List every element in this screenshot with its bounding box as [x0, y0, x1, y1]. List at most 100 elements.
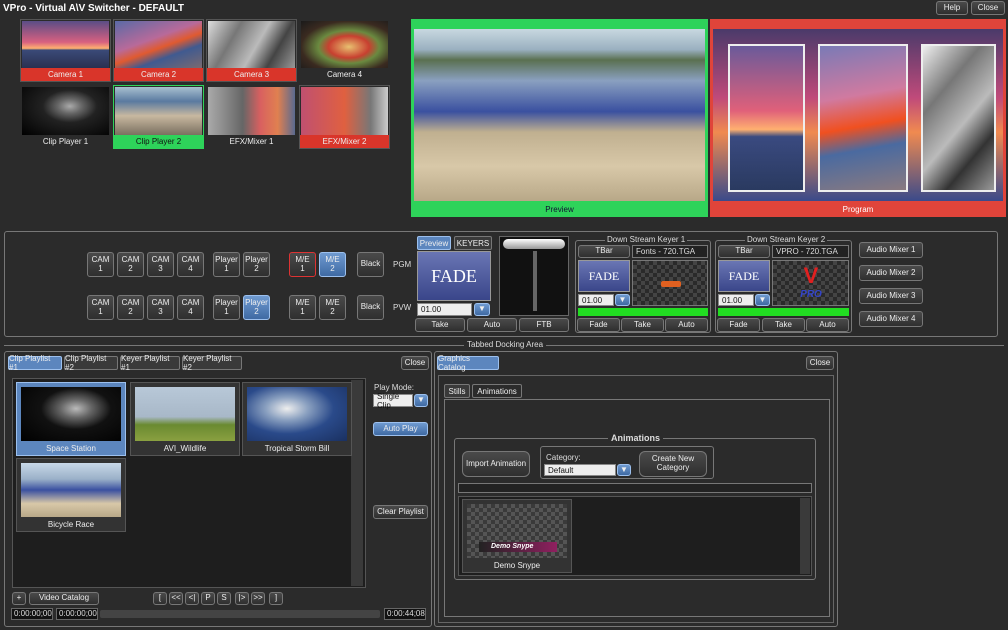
- dsk2-fade-button[interactable]: Fade: [717, 318, 760, 332]
- transport-rewind-button[interactable]: <<: [169, 592, 183, 605]
- transport-mark-out-button[interactable]: ]: [269, 592, 283, 605]
- pgm-player-1-button[interactable]: Player 1: [213, 252, 240, 277]
- tab-animations[interactable]: Animations: [472, 384, 522, 398]
- chevron-down-icon: ▼: [620, 464, 628, 474]
- tab-preview[interactable]: Preview: [417, 236, 451, 250]
- pvw-cam-3-button[interactable]: CAM 3: [147, 295, 174, 320]
- transport-step-back-button[interactable]: <|: [185, 592, 199, 605]
- clip-tropical-storm-bill[interactable]: Tropical Storm Bill: [242, 382, 352, 456]
- audio-mixer-2-button[interactable]: Audio Mixer 2: [859, 265, 923, 281]
- dsk2-take-button[interactable]: Take: [762, 318, 805, 332]
- source-clip-player-2[interactable]: Clip Player 2: [113, 85, 204, 149]
- add-clip-button[interactable]: +: [12, 592, 26, 605]
- tab-graphics-catalog[interactable]: Graphics Catalog: [437, 354, 499, 372]
- video-catalog-button[interactable]: Video Catalog: [29, 592, 99, 605]
- clip-avi-wildlife[interactable]: AVI_Wildlife: [130, 382, 240, 456]
- audio-mixer-1-button[interactable]: Audio Mixer 1: [859, 242, 923, 258]
- pvw-cam-1-button[interactable]: CAM 1: [87, 295, 114, 320]
- play-mode-select[interactable]: Single Clip: [373, 392, 413, 410]
- pgm-cam-3-button[interactable]: CAM 3: [147, 252, 174, 277]
- playback-scrubber[interactable]: [100, 610, 380, 618]
- pgm-cam-2-button[interactable]: CAM 2: [117, 252, 144, 277]
- clip-bicycle-race[interactable]: Bicycle Race: [16, 458, 126, 532]
- transition-auto-button[interactable]: Auto: [467, 318, 517, 332]
- transition-graphic-text: FADE: [431, 265, 477, 286]
- pgm-cam-1-button[interactable]: CAM 1: [87, 252, 114, 277]
- pvw-cam-2-button[interactable]: CAM 2: [117, 295, 144, 320]
- tab-clip-playlist-1[interactable]: Clip Playlist #1: [8, 354, 62, 372]
- import-animation-button[interactable]: Import Animation: [462, 451, 530, 477]
- transport-stop-button[interactable]: S: [217, 592, 231, 605]
- category-dropdown[interactable]: ▼: [617, 464, 631, 476]
- chevron-down-icon: ▼: [478, 304, 486, 314]
- tab-keyer-playlist-1[interactable]: Keyer Playlist #1: [120, 354, 180, 372]
- transport-fast-forward-button[interactable]: >>: [251, 592, 265, 605]
- transition-duration-field[interactable]: 01.00: [417, 303, 472, 316]
- dsk1-duration-field[interactable]: 01.00: [578, 294, 614, 306]
- dsk1-auto-button[interactable]: Auto: [665, 318, 708, 332]
- dsk1-take-button[interactable]: Take: [621, 318, 664, 332]
- source-camera-1[interactable]: Camera 1: [20, 19, 111, 82]
- dsk1-tbar-button[interactable]: TBar: [578, 245, 630, 258]
- source-efx-mixer-1[interactable]: EFX/Mixer 1: [206, 85, 297, 149]
- source-efx-mixer-2[interactable]: EFX/Mixer 2: [299, 85, 390, 149]
- dsk2-transition-graphic[interactable]: FADE: [718, 260, 770, 292]
- preview-label: Preview: [545, 205, 574, 214]
- transition-graphic[interactable]: FADE: [417, 251, 491, 301]
- window-close-button[interactable]: Close: [971, 1, 1005, 15]
- clip-player-1-thumbnail: [22, 87, 109, 135]
- transport-step-forward-button[interactable]: |>: [235, 592, 249, 605]
- pgm-cam-4-button[interactable]: CAM 4: [177, 252, 204, 277]
- tab-keyers[interactable]: KEYERS: [454, 236, 492, 250]
- tbar-handle[interactable]: [503, 239, 565, 249]
- pvw-player-1-button[interactable]: Player 1: [213, 295, 240, 320]
- pvw-me-1-button[interactable]: M/E 1: [289, 295, 316, 320]
- dsk2-tbar-button[interactable]: TBar: [718, 245, 770, 258]
- dsk2-duration-field[interactable]: 01.00: [718, 294, 754, 306]
- source-camera-4[interactable]: Camera 4: [299, 19, 390, 82]
- transport-mark-in-button[interactable]: [: [153, 592, 167, 605]
- category-select[interactable]: Default: [544, 464, 616, 476]
- pgm-me-2-button[interactable]: M/E 2: [319, 252, 346, 277]
- pvw-me-2-button[interactable]: M/E 2: [319, 295, 346, 320]
- help-button[interactable]: Help: [936, 1, 968, 15]
- source-clip-player-1[interactable]: Clip Player 1: [20, 85, 111, 149]
- play-mode-dropdown[interactable]: ▼: [414, 394, 428, 407]
- pgm-me-1-button[interactable]: M/E 1: [289, 252, 316, 277]
- clip-space-station[interactable]: Space Station: [16, 382, 126, 456]
- create-category-button[interactable]: Create New Category: [639, 451, 707, 477]
- pgm-player-2-button[interactable]: Player 2: [243, 252, 270, 277]
- transition-take-button[interactable]: Take: [415, 318, 465, 332]
- animations-group-title: Animations: [608, 433, 664, 443]
- dsk1-duration-dropdown[interactable]: ▼: [615, 294, 630, 306]
- pvw-black-button[interactable]: Black: [357, 295, 384, 320]
- program-monitor[interactable]: Program: [710, 19, 1006, 217]
- source-camera-2[interactable]: Camera 2: [113, 19, 204, 82]
- pvw-cam-4-button[interactable]: CAM 4: [177, 295, 204, 320]
- audio-mixer-4-button[interactable]: Audio Mixer 4: [859, 311, 923, 327]
- graphics-close-button[interactable]: Close: [806, 356, 834, 370]
- pgm-black-button[interactable]: Black: [357, 252, 384, 277]
- tab-clip-playlist-2[interactable]: Clip Playlist #2: [64, 354, 118, 372]
- dsk2-duration-dropdown[interactable]: ▼: [755, 294, 770, 306]
- dsk1-transition-graphic[interactable]: FADE: [578, 260, 630, 292]
- audio-mixer-3-button[interactable]: Audio Mixer 3: [859, 288, 923, 304]
- pvw-player-2-button[interactable]: Player 2: [243, 295, 270, 320]
- preview-monitor[interactable]: Preview: [411, 19, 708, 217]
- clip-list-scrollbar[interactable]: [351, 380, 363, 586]
- ftb-button[interactable]: FTB: [519, 318, 569, 332]
- source-camera-3[interactable]: Camera 3: [206, 19, 297, 82]
- dsk1-fade-button[interactable]: Fade: [577, 318, 620, 332]
- tab-stills[interactable]: Stills: [444, 384, 470, 398]
- dsk2-auto-button[interactable]: Auto: [806, 318, 849, 332]
- auto-play-button[interactable]: Auto Play: [373, 422, 428, 436]
- transport-play-button[interactable]: P: [201, 592, 215, 605]
- animation-demo-snype[interactable]: Demo Snype Demo Snype: [462, 499, 572, 573]
- tab-keyer-playlist-2[interactable]: Keyer Playlist #2: [182, 354, 242, 372]
- tbar-slider[interactable]: [499, 236, 569, 316]
- playlist-close-button[interactable]: Close: [401, 356, 429, 370]
- duration-dropdown-button[interactable]: ▼: [474, 303, 490, 316]
- clear-playlist-button[interactable]: Clear Playlist: [373, 505, 428, 519]
- space-station-thumbnail: [21, 387, 121, 441]
- animation-list-scrollbar[interactable]: [800, 498, 810, 574]
